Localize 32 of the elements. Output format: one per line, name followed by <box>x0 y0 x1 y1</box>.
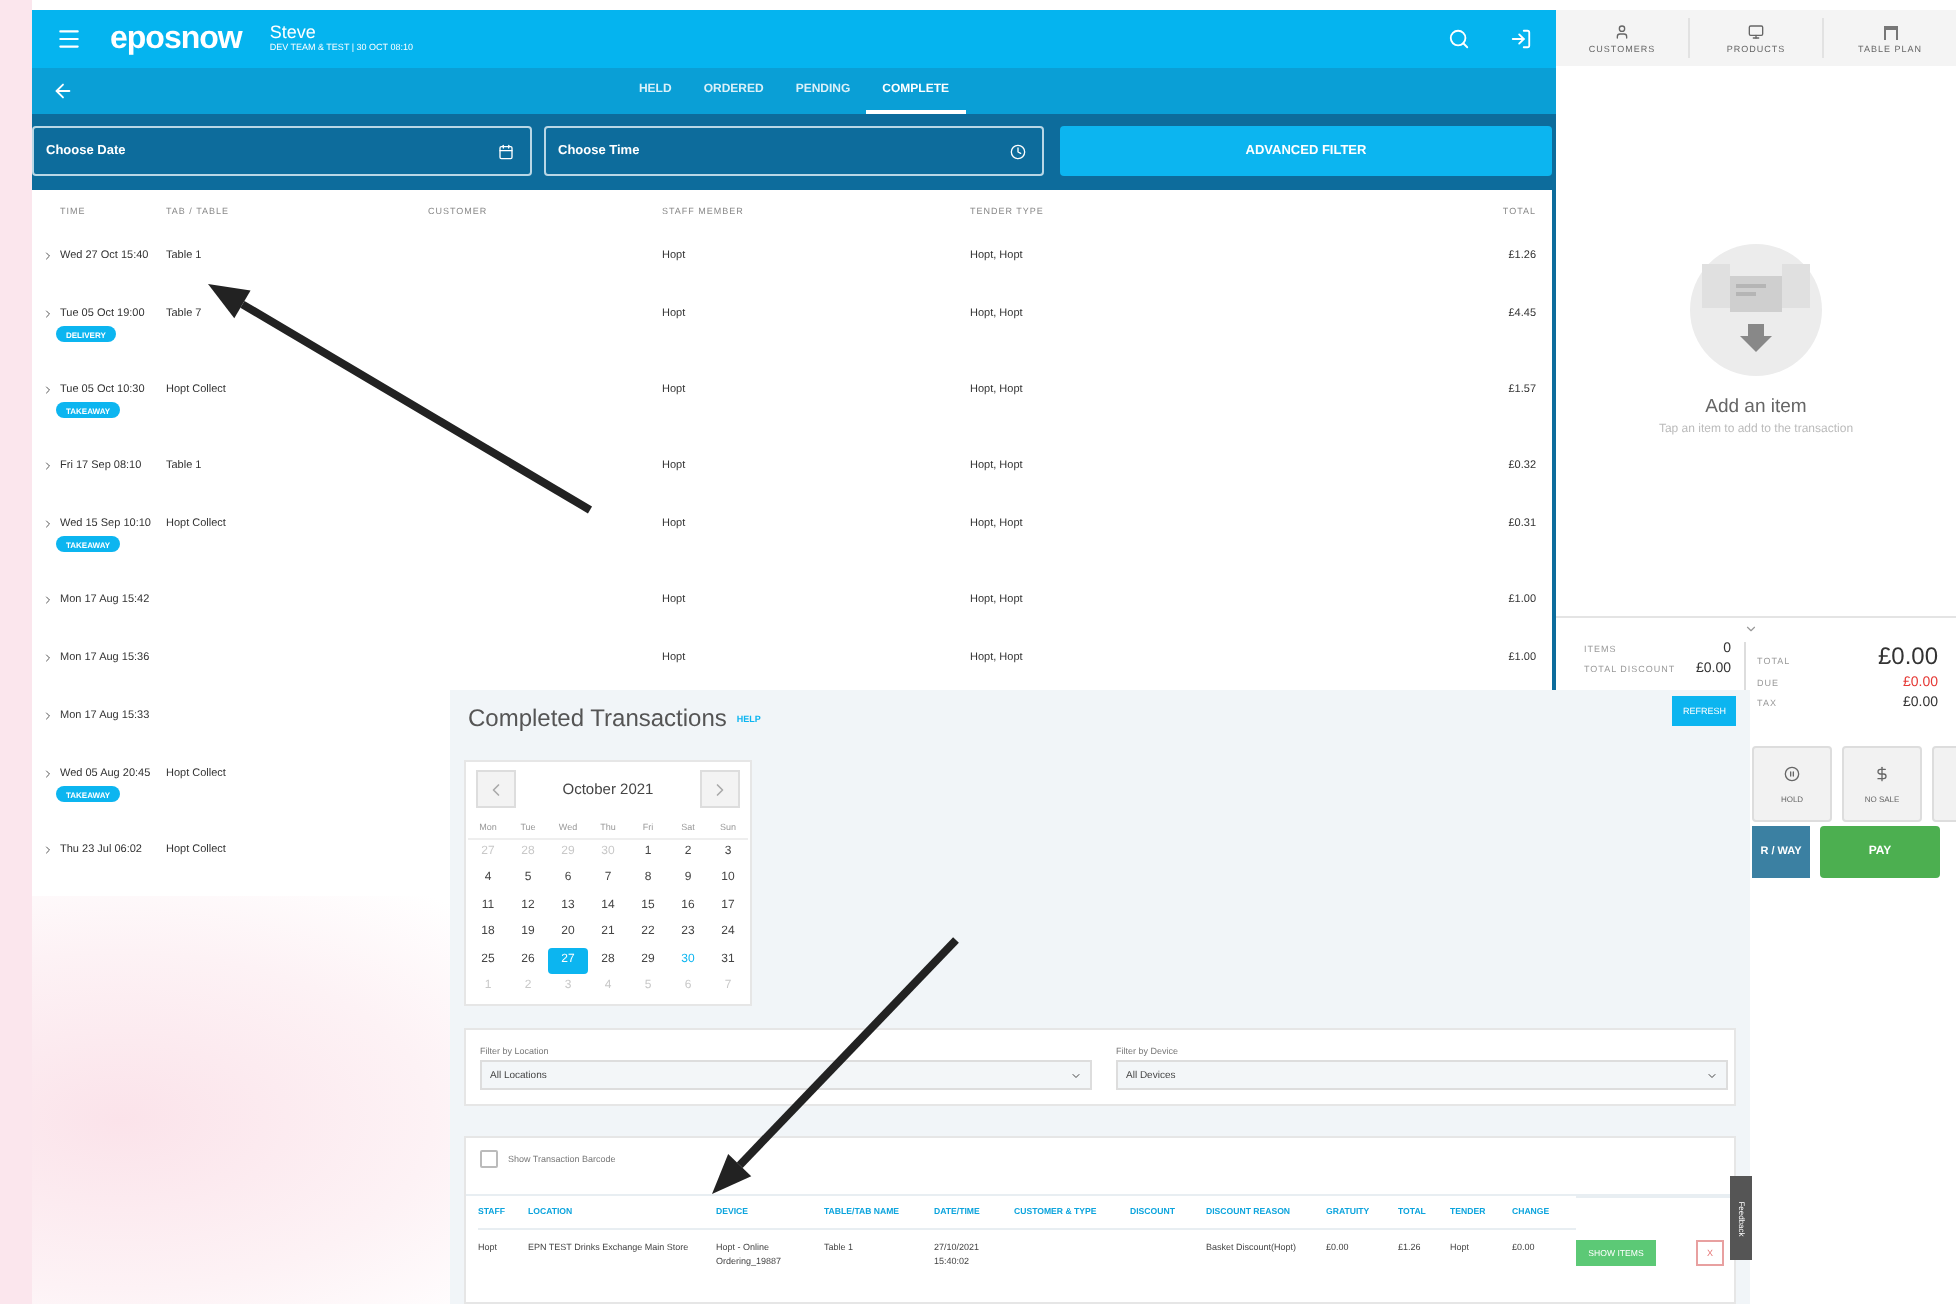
monitor-icon <box>1748 23 1764 39</box>
next-month-button[interactable] <box>699 770 740 808</box>
previous-month-button[interactable] <box>476 770 516 808</box>
chevron-icon[interactable] <box>42 518 54 530</box>
logo: eposnow <box>110 21 242 57</box>
chevron-icon[interactable] <box>42 844 54 856</box>
dropdown-icon <box>1070 1069 1082 1082</box>
total-value: £0.00 <box>1877 642 1938 670</box>
dropdown-icon <box>1706 1069 1718 1082</box>
chevron-icon[interactable] <box>1744 622 1758 636</box>
chevron-icon[interactable] <box>42 384 54 396</box>
checkbox[interactable] <box>480 1150 498 1169</box>
empty-title: Add an item <box>1705 396 1807 418</box>
chevron-icon[interactable] <box>42 460 54 472</box>
table-icon <box>1881 23 1899 39</box>
chevron-icon[interactable] <box>42 594 54 606</box>
person-icon <box>1614 23 1630 39</box>
search-icon[interactable] <box>1448 28 1470 50</box>
clock-icon <box>1010 143 1026 159</box>
calendar-icon <box>498 143 514 159</box>
menu-icon[interactable] <box>56 26 82 52</box>
pause-icon <box>1784 765 1800 781</box>
dollar-icon <box>1874 765 1890 781</box>
panel-title: Completed Transactions <box>468 704 727 732</box>
chevron-icon[interactable] <box>42 710 54 722</box>
exit-icon[interactable] <box>1510 28 1532 50</box>
chevron-icon[interactable] <box>42 652 54 664</box>
chevron-icon[interactable] <box>42 250 54 262</box>
chevron-icon[interactable] <box>42 308 54 320</box>
chevron-icon[interactable] <box>42 768 54 780</box>
user-name: Steve <box>269 24 318 43</box>
empty-basket-drawing <box>1690 244 1822 376</box>
